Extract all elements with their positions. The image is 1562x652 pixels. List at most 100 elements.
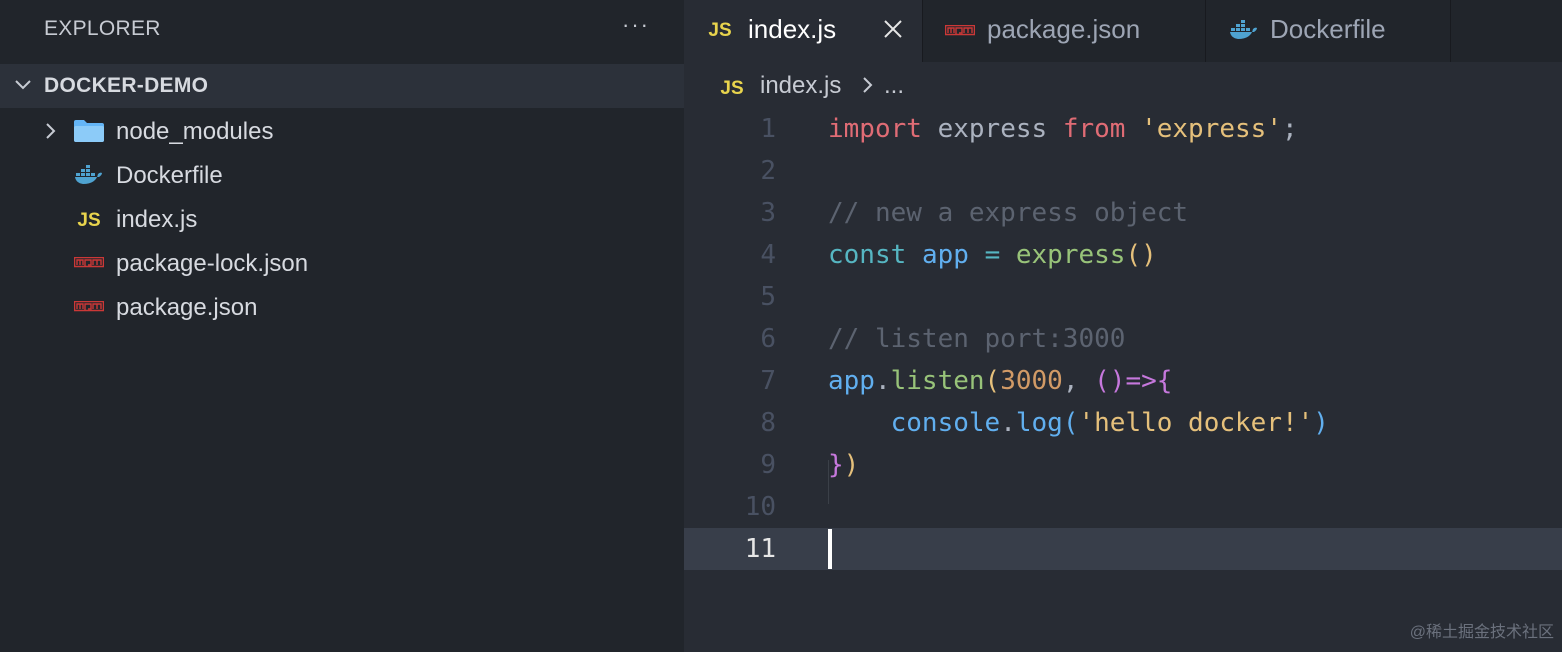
line-number: 5 [760,282,776,312]
code-token: from [1062,114,1126,144]
code-token: ( [984,366,1001,396]
more-actions-icon[interactable]: ··· [622,12,650,38]
code-token: 'express' [1141,114,1282,144]
docker-icon [72,162,106,188]
svg-text:JS: JS [77,210,100,230]
code-text: app.listen(3000, ()=>{ [828,366,1172,396]
close-icon[interactable] [882,18,904,40]
code-token: . [1000,408,1016,438]
js-icon: JS [72,206,106,232]
code-comment: // listen port:3000 [828,324,1126,354]
code-line: 8 console.log('hello docker!') [684,402,1562,444]
code-token: app [828,366,875,396]
chevron-right-icon [863,77,873,93]
code-token: , [1062,366,1095,396]
npm-icon [72,250,106,276]
code-editor[interactable]: JS index.js ... 1 import express from 'e… [684,62,1562,652]
code-token: ) [1313,408,1329,438]
workspace-folder-row[interactable]: DOCKER-DEMO [0,64,684,108]
code-token: express [1015,240,1126,270]
code-token: ( [1062,408,1079,438]
tree-item-label: index.js [116,206,198,233]
line-number: 4 [760,240,776,270]
code-token: console [890,408,1001,438]
js-icon: JS [706,18,736,45]
code-line: 9 }) [684,444,1562,486]
svg-text:JS: JS [708,20,731,40]
docker-icon [1230,20,1258,45]
code-token: 3000 [1000,366,1063,396]
svg-text:JS: JS [720,78,743,98]
editor-tab-bar: JS index.js package.json Dockerfile [684,0,1562,62]
line-number: 10 [744,492,776,522]
tree-item-label: Dockerfile [116,162,223,189]
tab-package-json[interactable]: package.json [923,0,1206,62]
js-icon: JS [720,76,750,103]
breadcrumb-file[interactable]: index.js [760,72,841,100]
tree-item-package-lock-json[interactable]: package-lock.json [0,241,684,285]
explorer-title: EXPLORER [44,17,161,40]
code-token: = [984,240,1001,270]
tree-item-label: package.json [116,294,258,321]
code-line: 2 [684,150,1562,192]
text-cursor [828,529,832,569]
code-token: => [1125,366,1157,396]
chevron-down-icon [15,80,31,90]
tab-label: package.json [987,14,1141,44]
code-line: 6 // listen port:3000 [684,318,1562,360]
code-token: ) [843,450,860,480]
code-line: 7 app.listen(3000, ()=>{ [684,360,1562,402]
code-line: 1 import express from 'express'; [684,108,1562,150]
code-token: listen [890,366,985,396]
npm-icon [944,24,976,42]
tab-dockerfile[interactable]: Dockerfile [1206,0,1451,62]
tree-item-package-json[interactable]: package.json [0,285,684,329]
code-comment: // new a express object [828,198,1189,228]
line-number: 9 [760,450,776,480]
code-text: const app = express() [828,240,1157,270]
line-number: 2 [760,156,776,186]
line-number: 7 [760,366,776,396]
code-token: app [921,240,969,270]
breadcrumb: JS index.js ... [684,62,1562,112]
tab-label: Dockerfile [1270,14,1386,44]
code-token: } [828,450,844,480]
code-line: 4 const app = express() [684,234,1562,276]
code-token: 'hello docker!' [1078,408,1314,438]
code-text: import express from 'express'; [828,114,1298,144]
code-token: express [921,114,1063,144]
tree-item-dockerfile[interactable]: Dockerfile [0,153,684,197]
tree-item-node-modules[interactable]: node_modules [0,109,684,153]
watermark: @稀土掘金技术社区 [1409,624,1554,641]
code-line: 5 [684,276,1562,318]
code-token: log [1015,408,1063,438]
current-code-line: 11 [684,528,1562,570]
workspace-folder-name: DOCKER-DEMO [44,74,209,97]
tree-item-label: node_modules [116,118,274,145]
tab-label: index.js [748,14,837,44]
line-number: 11 [744,534,776,564]
code-text: console.log('hello docker!') [828,408,1329,438]
npm-icon [72,294,106,320]
explorer-header: EXPLORER ··· [0,0,684,62]
code-line: 10 [684,486,1562,528]
tree-item-index-js[interactable]: JS index.js [0,197,684,241]
indent-guide [828,460,829,504]
line-number: 1 [760,114,776,144]
line-number: 8 [760,408,776,438]
code-token: const [828,240,907,270]
code-token: { [1156,366,1173,396]
chevron-right-icon [46,123,56,139]
code-token: ; [1281,114,1298,144]
code-text: }) [828,450,859,480]
tree-item-label: package-lock.json [116,250,309,277]
folder-icon [72,118,106,144]
tab-index-js[interactable]: JS index.js [684,0,923,62]
line-number: 6 [760,324,776,354]
code-token: () [1125,240,1157,270]
breadcrumb-more[interactable]: ... [884,72,904,100]
